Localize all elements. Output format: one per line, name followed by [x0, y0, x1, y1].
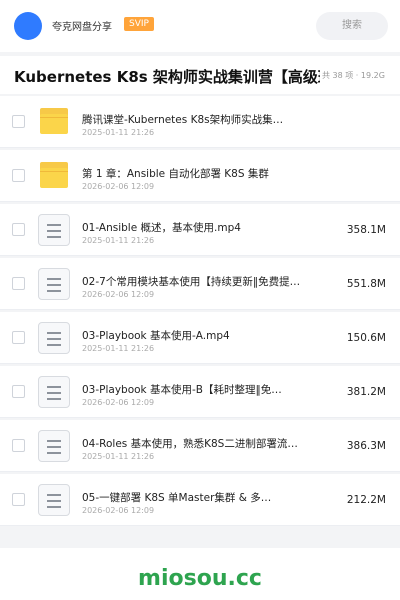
item-date: 2026-02-06 12:09	[82, 290, 155, 299]
folder-header: Kubernetes K8s 架构师实战集训营【高级班】 共 38 项 · 19…	[0, 56, 400, 94]
row-checkbox[interactable]	[12, 115, 25, 128]
item-name: 03-Playbook 基本使用-A.mp4	[82, 330, 230, 342]
file-row[interactable]: 03-Playbook 基本使用-B【耗时整理‖免… 2026-02-06 12:…	[0, 366, 400, 418]
folder-title: Kubernetes K8s 架构师实战集训营【高级班】	[14, 68, 320, 86]
top-bar: 夸克网盘分享 SVIP 搜索	[0, 0, 400, 52]
item-date: 2025-01-11 21:26	[82, 236, 155, 245]
item-date: 2025-01-11 21:26	[82, 128, 155, 137]
file-row[interactable]: 03-Playbook 基本使用-A.mp4 2025-01-11 21:26 15…	[0, 312, 400, 364]
document-icon	[38, 430, 70, 462]
item-date: 2026-02-06 12:09	[82, 398, 155, 407]
item-size: 212.2M	[346, 494, 386, 506]
row-checkbox[interactable]	[12, 331, 25, 344]
item-size: 381.2M	[346, 386, 386, 398]
watermark: miosou.cc	[138, 566, 262, 591]
row-checkbox[interactable]	[12, 169, 25, 182]
search-button[interactable]: 搜索	[316, 12, 388, 40]
folder-row[interactable]: 第 1 章：Ansible 自动化部署 K8S 集群 2026-02-06 12:…	[0, 150, 400, 202]
item-size: 358.1M	[346, 224, 386, 236]
item-size: 150.6M	[346, 332, 386, 344]
row-checkbox[interactable]	[12, 223, 25, 236]
folder-row[interactable]: 腾讯课堂-Kubernetes K8s架构师实战集… 2025-01-11 21:…	[0, 96, 400, 148]
folder-icon	[40, 108, 68, 134]
svip-badge: SVIP	[124, 17, 154, 31]
row-checkbox[interactable]	[12, 493, 25, 506]
row-divider	[0, 417, 400, 418]
item-name: 05-一键部署 K8S 单Master集群 & 多…	[82, 492, 272, 504]
row-divider	[0, 309, 400, 310]
document-icon	[38, 484, 70, 516]
item-name: 04-Roles 基本使用，熟悉K8S二进制部署流…	[82, 438, 298, 450]
item-size: 551.8M	[346, 278, 386, 290]
row-divider	[0, 525, 400, 526]
item-date: 2026-02-06 12:09	[82, 182, 155, 191]
item-name: 02-7个常用模块基本使用【持续更新‖免费提供：C…	[82, 276, 302, 288]
row-divider	[0, 363, 400, 364]
file-row[interactable]: 02-7个常用模块基本使用【持续更新‖免费提供：C… 2026-02-06 12:…	[0, 258, 400, 310]
row-checkbox[interactable]	[12, 385, 25, 398]
row-divider	[0, 147, 400, 148]
item-date: 2025-01-11 21:26	[82, 344, 155, 353]
item-size: 386.3M	[346, 440, 386, 452]
document-icon	[38, 376, 70, 408]
folder-icon	[40, 162, 68, 188]
item-date: 2025-01-11 21:26	[82, 452, 155, 461]
document-icon	[38, 322, 70, 354]
row-divider	[0, 201, 400, 202]
item-name: 第 1 章：Ansible 自动化部署 K8S 集群	[82, 168, 269, 180]
row-divider	[0, 471, 400, 472]
folder-meta: 共 38 项 · 19.2G	[322, 71, 385, 80]
file-row[interactable]: 05-一键部署 K8S 单Master集群 & 多… 2026-02-06 12:…	[0, 474, 400, 526]
row-divider	[0, 255, 400, 256]
file-row[interactable]: 01-Ansible 概述，基本使用.mp4 2025-01-11 21:26 35…	[0, 204, 400, 256]
avatar[interactable]	[14, 12, 42, 40]
item-date: 2026-02-06 12:09	[82, 506, 155, 515]
item-name: 03-Playbook 基本使用-B【耗时整理‖免…	[82, 384, 282, 396]
item-name: 腾讯课堂-Kubernetes K8s架构师实战集…	[82, 114, 284, 126]
row-checkbox[interactable]	[12, 439, 25, 452]
item-name: 01-Ansible 概述，基本使用.mp4	[82, 222, 241, 234]
document-icon	[38, 214, 70, 246]
row-checkbox[interactable]	[12, 277, 25, 290]
document-icon	[38, 268, 70, 300]
share-owner-name: 夸克网盘分享	[52, 22, 112, 33]
file-row[interactable]: 04-Roles 基本使用，熟悉K8S二进制部署流… 2025-01-11 21:…	[0, 420, 400, 472]
